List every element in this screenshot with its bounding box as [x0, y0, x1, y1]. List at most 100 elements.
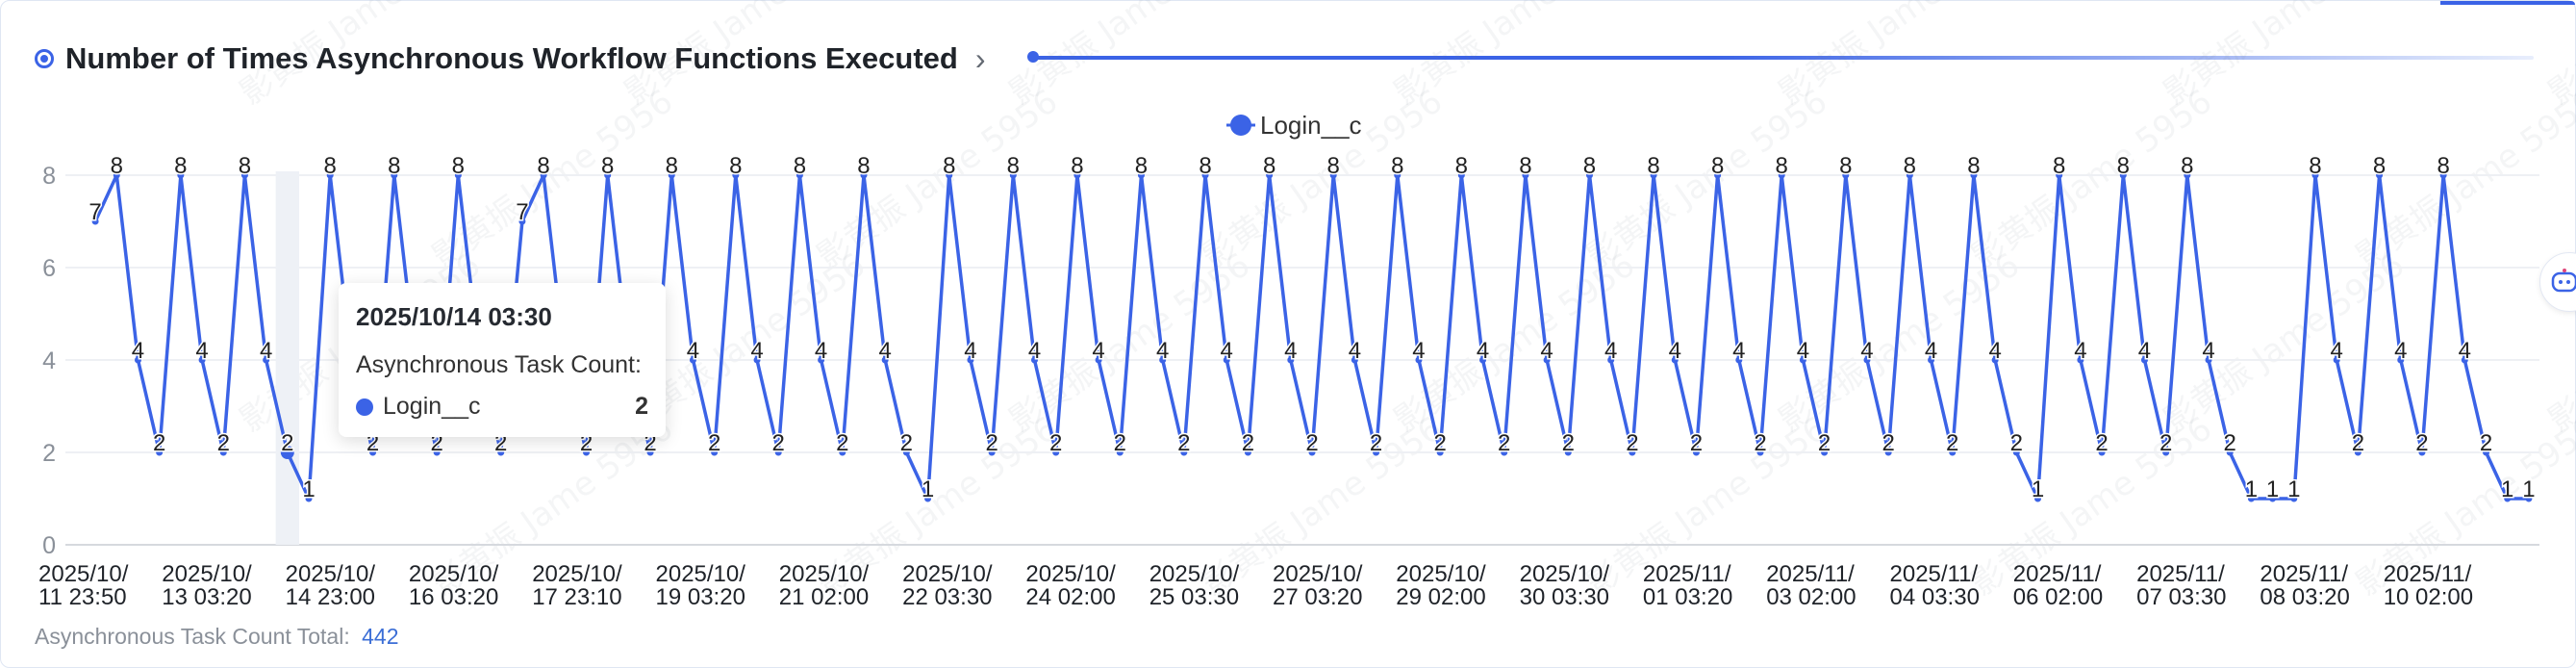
data-label: 2: [1946, 430, 1958, 456]
x-tick-label: 2025/11/: [2136, 561, 2225, 587]
data-label: 2: [1498, 430, 1510, 456]
x-tick-label: 2025/11/: [2384, 561, 2472, 587]
data-label: 2: [1626, 430, 1638, 456]
watermark-text: 影黄振 Jame 5956: [233, 0, 488, 113]
x-tick-label: 14 23:00: [286, 584, 375, 610]
data-label: 4: [1988, 338, 2001, 364]
x-tick-label: 2025/10/: [656, 561, 746, 587]
x-tick-label: 2025/11/: [2013, 561, 2102, 587]
data-label: 4: [260, 338, 272, 364]
y-tick-label: 6: [42, 255, 56, 282]
data-label: 7: [516, 199, 528, 225]
data-label: 8: [1711, 153, 1724, 179]
data-label: 4: [1540, 338, 1553, 364]
data-label: 2: [2224, 430, 2236, 456]
data-label: 8: [2437, 153, 2449, 179]
x-tick-label: 08 03:20: [2260, 584, 2349, 610]
data-label: 1: [2287, 476, 2300, 502]
data-label: 1: [2501, 476, 2513, 502]
total-count-label: Asynchronous Task Count Total:: [35, 624, 350, 649]
data-label: 2: [2480, 430, 2492, 456]
data-label: 1: [302, 476, 315, 502]
total-count-value[interactable]: 442: [362, 624, 398, 649]
x-tick-label: 10 02:00: [2384, 584, 2473, 610]
data-label: 4: [687, 338, 699, 364]
y-tick-label: 0: [42, 532, 56, 559]
data-label: 4: [1028, 338, 1041, 364]
x-tick-label: 2025/10/: [1025, 561, 1116, 587]
data-label: 8: [794, 153, 806, 179]
data-label: 4: [2202, 338, 2214, 364]
data-label: 4: [1925, 338, 1937, 364]
data-label: 7: [88, 199, 101, 225]
data-label: 8: [239, 153, 251, 179]
tooltip-subtitle: Asynchronous Task Count:: [356, 351, 642, 378]
y-tick-label: 8: [42, 163, 56, 190]
data-label: 8: [174, 153, 187, 179]
x-tick-label: 2025/10/: [532, 561, 622, 587]
legend-label: Login__c: [1260, 111, 1362, 140]
y-tick-label: 2: [42, 440, 56, 467]
x-tick-label: 13 03:20: [162, 584, 251, 610]
data-label: 4: [878, 338, 891, 364]
x-tick-label: 16 03:20: [409, 584, 498, 610]
data-label: 8: [729, 153, 742, 179]
data-label: 8: [1583, 153, 1596, 179]
data-label: 4: [1156, 338, 1169, 364]
x-tick-label: 21 02:00: [779, 584, 869, 610]
data-label: 2: [2010, 430, 2023, 456]
tooltip-series-name: Login__c: [383, 393, 481, 420]
data-label: 4: [815, 338, 827, 364]
data-label: 4: [1797, 338, 1809, 364]
data-label: 4: [1412, 338, 1425, 364]
data-label: 4: [195, 338, 208, 364]
data-label: 1: [2522, 476, 2535, 502]
x-tick-label: 06 02:00: [2013, 584, 2103, 610]
x-tick-label: 2025/10/: [1273, 561, 1363, 587]
tooltip-value: 2: [635, 393, 648, 420]
data-label: 2: [836, 430, 848, 456]
data-label: 2: [217, 430, 230, 456]
data-label: 2: [2159, 430, 2172, 456]
data-label: 8: [1647, 153, 1659, 179]
data-label: 8: [388, 153, 400, 179]
data-label: 2: [772, 430, 785, 456]
x-tick-label: 29 02:00: [1396, 584, 1485, 610]
x-tick-label: 07 03:30: [2136, 584, 2226, 610]
data-label: 4: [1221, 338, 1233, 364]
x-tick-label: 2025/10/: [38, 561, 129, 587]
data-label: 8: [2373, 153, 2386, 179]
data-label: 2: [1305, 430, 1318, 456]
x-tick-label: 04 03:30: [1890, 584, 1980, 610]
x-tick-label: 2025/11/: [1643, 561, 1731, 587]
data-label: 8: [943, 153, 955, 179]
data-label: 1: [2245, 476, 2258, 502]
tooltip-title: 2025/10/14 03:30: [356, 302, 552, 331]
x-tick-label: 2025/10/: [1149, 561, 1240, 587]
data-label: 2: [2095, 430, 2108, 456]
data-label: 2: [708, 430, 720, 456]
total-count-footer: Asynchronous Task Count Total: 442: [35, 624, 399, 650]
data-label: 4: [1477, 338, 1489, 364]
watermark-text: 影黄振 Jame 5956: [2541, 245, 2576, 440]
data-label: 1: [2032, 476, 2044, 502]
data-label: 4: [2074, 338, 2086, 364]
tooltip-row: Login__c 2: [356, 393, 648, 421]
watermark-text: 影黄振 Jame 5956: [2349, 82, 2576, 276]
data-label: 2: [1242, 430, 1254, 456]
data-label: 2: [281, 430, 293, 456]
data-label: 8: [1776, 153, 1788, 179]
data-label: 8: [1007, 153, 1020, 179]
data-label: 2: [1754, 430, 1766, 456]
x-tick-label: 24 02:00: [1025, 584, 1115, 610]
data-label: 8: [1839, 153, 1852, 179]
data-label: 4: [750, 338, 763, 364]
data-label: 4: [2331, 338, 2343, 364]
data-label: 4: [1349, 338, 1361, 364]
x-tick-label: 2025/10/: [409, 561, 499, 587]
x-tick-label: 2025/10/: [902, 561, 993, 587]
x-tick-label: 2025/11/: [2260, 561, 2348, 587]
x-tick-label: 2025/10/: [1520, 561, 1610, 587]
x-tick-label: 25 03:30: [1149, 584, 1239, 610]
data-label: 8: [1904, 153, 1916, 179]
